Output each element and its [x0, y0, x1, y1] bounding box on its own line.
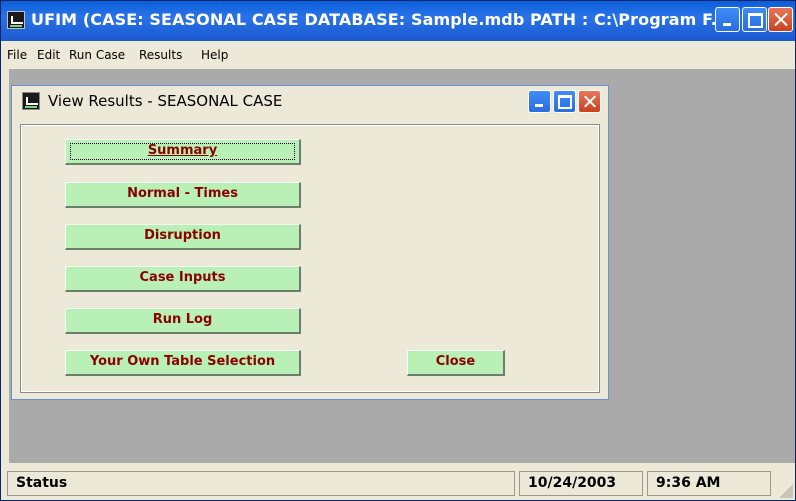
dialog-minimize-button[interactable] — [528, 90, 551, 113]
dialog-close-icon-button[interactable] — [578, 90, 601, 113]
summary-button[interactable]: Summary — [65, 139, 301, 165]
menu-edit[interactable]: Edit — [37, 48, 60, 62]
disruption-label: Disruption — [144, 228, 221, 243]
case-inputs-button[interactable]: Case Inputs — [65, 266, 301, 292]
close-button[interactable]: Close — [407, 350, 505, 376]
app-chart-icon[interactable] — [7, 11, 25, 29]
close-window-button[interactable] — [768, 7, 793, 32]
dialog-maximize-button[interactable] — [553, 90, 576, 113]
close-label: Close — [435, 354, 476, 369]
dialog-title-bar[interactable]: View Results - SEASONAL CASE — [12, 86, 608, 116]
own-table-selection-label: Your Own Table Selection — [89, 354, 276, 369]
maximize-button[interactable] — [742, 7, 767, 32]
status-date-pane: 10/24/2003 — [519, 471, 643, 496]
dialog-chart-icon[interactable] — [22, 92, 40, 110]
menu-file[interactable]: File — [7, 48, 27, 62]
summary-label: Summary — [147, 143, 218, 158]
status-time-pane: 9:36 AM — [647, 471, 771, 496]
disruption-button[interactable]: Disruption — [65, 224, 301, 250]
minimize-button[interactable] — [715, 7, 740, 32]
menu-help[interactable]: Help — [201, 48, 228, 62]
window-title: UFIM (CASE: SEASONAL CASE DATABASE: Samp… — [31, 10, 730, 29]
view-results-dialog: View Results - SEASONAL CASE Summary Nor… — [11, 85, 609, 400]
own-table-selection-button[interactable]: Your Own Table Selection — [65, 350, 301, 376]
normal-times-label: Normal - Times — [127, 186, 238, 201]
title-bar[interactable]: UFIM (CASE: SEASONAL CASE DATABASE: Samp… — [1, 1, 795, 41]
case-inputs-label: Case Inputs — [139, 270, 226, 285]
resize-grip-icon[interactable] — [779, 484, 793, 498]
dialog-title: View Results - SEASONAL CASE — [48, 92, 283, 110]
menu-bar: File Edit Run Case Results Help — [1, 43, 795, 67]
run-log-label: Run Log — [152, 312, 213, 327]
run-log-button[interactable]: Run Log — [65, 308, 301, 334]
main-window: UFIM (CASE: SEASONAL CASE DATABASE: Samp… — [0, 0, 796, 501]
menu-results[interactable]: Results — [139, 48, 182, 62]
status-text-pane: Status — [7, 471, 515, 496]
results-button-panel: Summary Normal - Times Disruption Case I… — [20, 124, 600, 393]
status-bar: Status 10/24/2003 9:36 AM — [1, 467, 795, 500]
normal-times-button[interactable]: Normal - Times — [65, 182, 301, 208]
menu-run-case[interactable]: Run Case — [69, 48, 125, 62]
